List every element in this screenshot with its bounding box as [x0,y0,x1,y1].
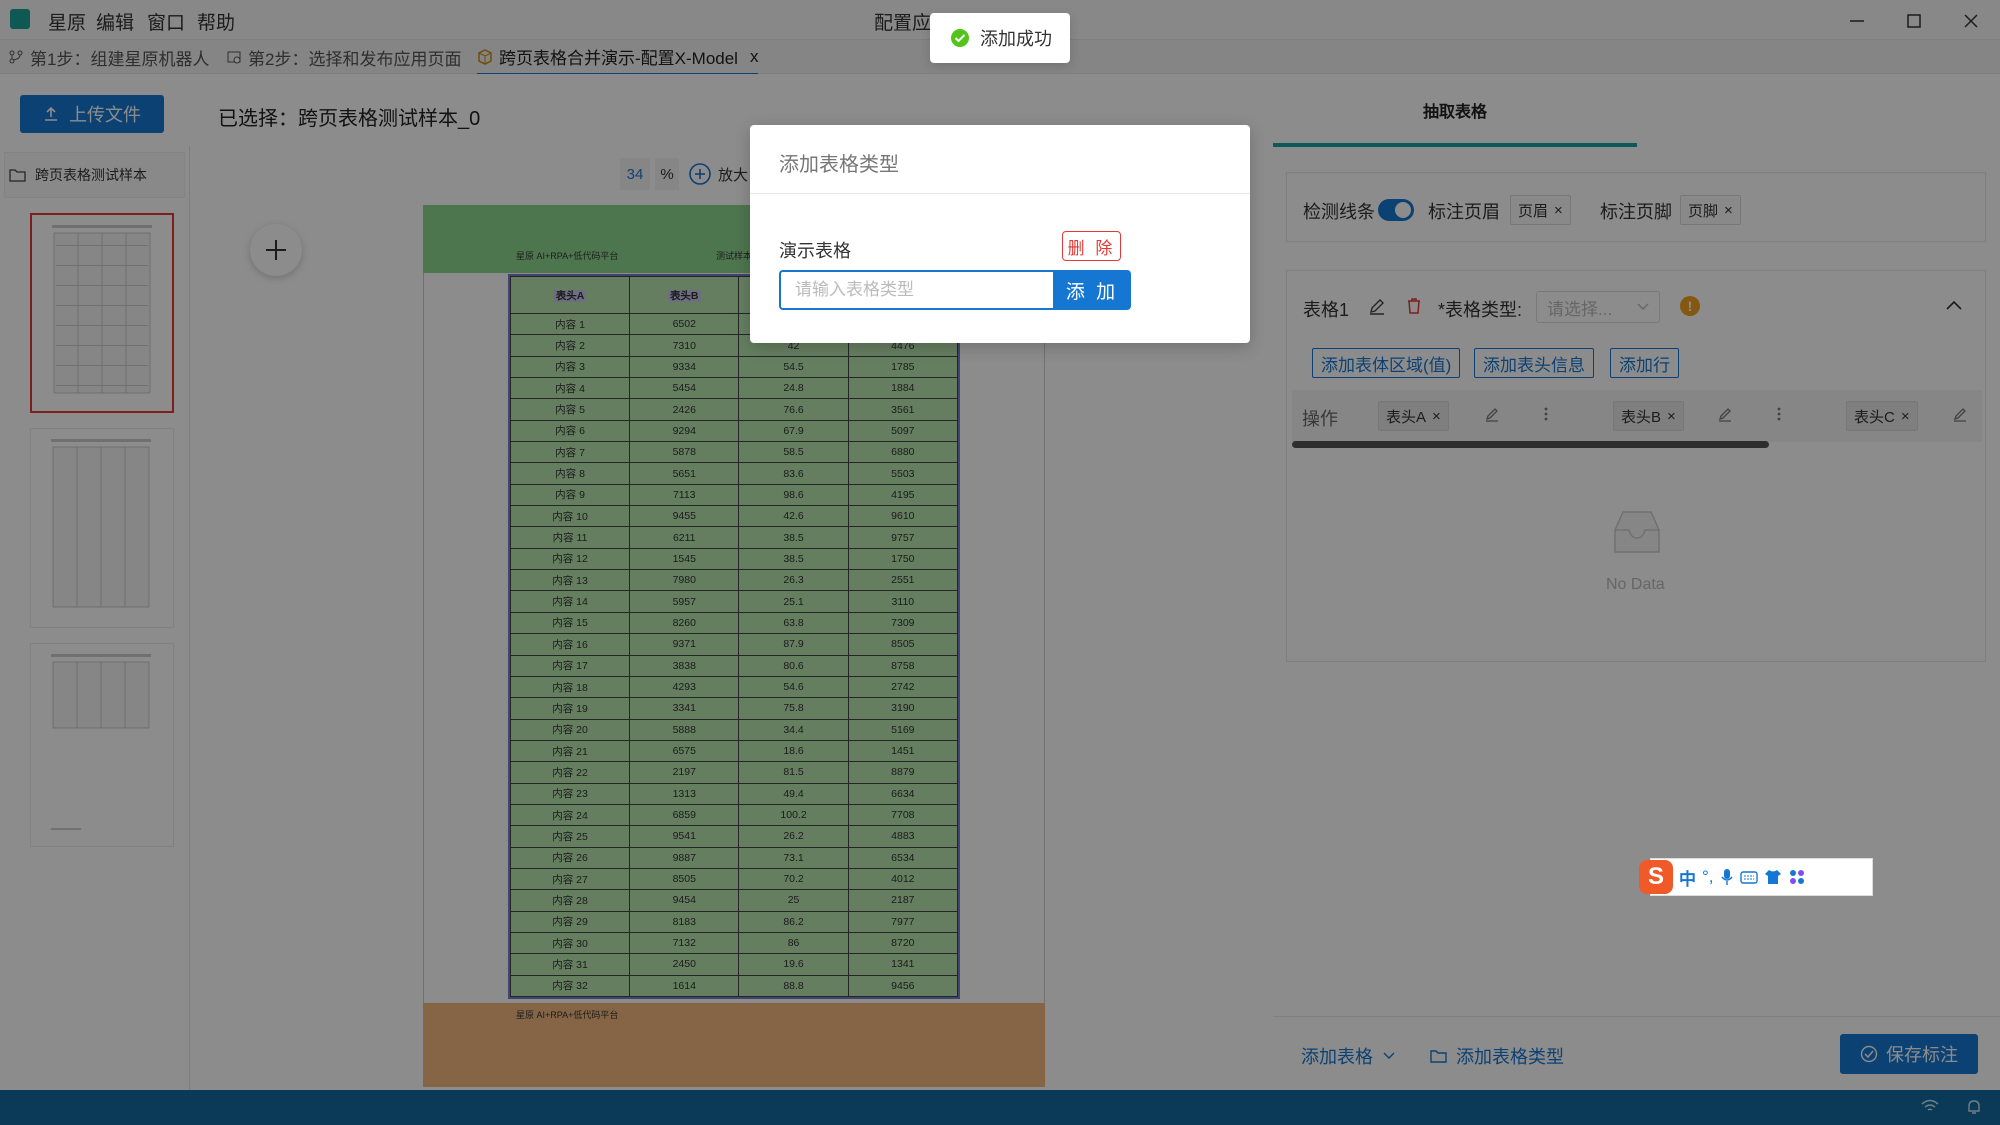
keyboard-icon[interactable] [1739,870,1758,884]
ime-mode-chinese[interactable]: 中 [1679,865,1696,890]
table-type-input[interactable] [779,270,1055,310]
microphone-icon[interactable] [1720,868,1734,886]
modal-divider [750,193,1250,194]
success-toast: 添加成功 [930,13,1070,63]
toast-text: 添加成功 [980,29,1052,49]
skin-shirt-icon[interactable] [1764,869,1782,885]
add-type-button[interactable]: 添 加 [1053,270,1131,310]
delete-type-button[interactable]: 删 除 [1062,231,1121,261]
success-check-icon [951,29,969,47]
ime-punct[interactable]: °, [1702,867,1714,887]
ime-toolbar[interactable]: S 中 °, [1639,858,1873,896]
existing-type-name: 演示表格 [779,241,851,261]
modal-title: 添加表格类型 [779,154,899,176]
sogou-logo-icon: S [1639,860,1673,894]
apps-grid-icon[interactable] [1788,869,1806,885]
